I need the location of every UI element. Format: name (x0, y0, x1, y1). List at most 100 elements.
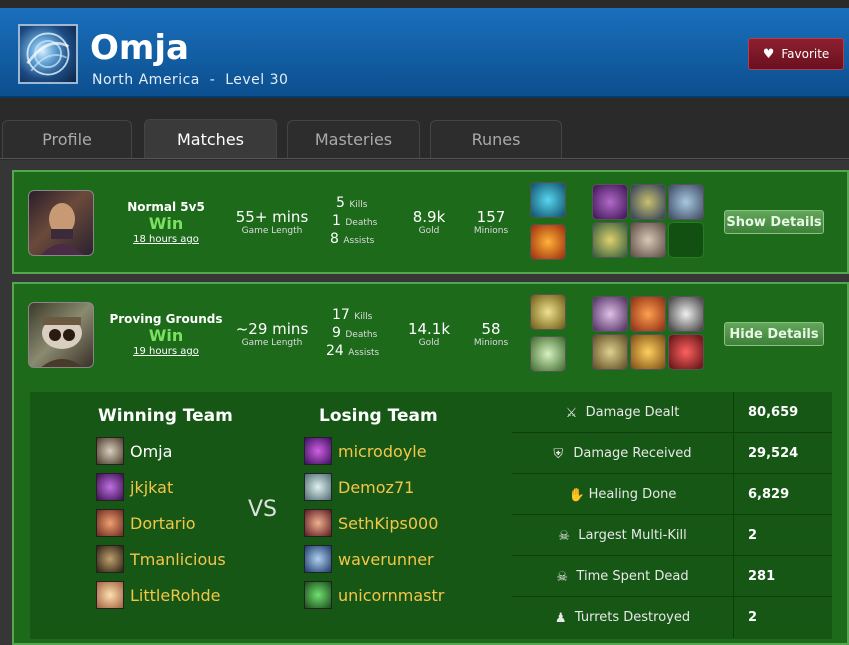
summoner-region-level: North America - Level 30 (92, 72, 288, 88)
player-name: jkjkat (130, 477, 174, 497)
champion-icon (96, 437, 124, 465)
champion-portrait (28, 190, 94, 256)
turret-icon: ♟ (554, 610, 567, 626)
item-icon (630, 184, 666, 220)
champion-icon (304, 545, 332, 573)
losing-team-heading: Losing Team (319, 406, 438, 426)
heart-icon: ♥ (762, 46, 775, 62)
winning-player[interactable]: jkjkat (96, 472, 173, 502)
assists-stat: 8 Assists (330, 231, 374, 247)
stat-label-text: Largest Multi-Kill (578, 528, 687, 543)
player-name: Demoz71 (338, 477, 415, 497)
champion-icon (304, 509, 332, 537)
item-icon (630, 222, 666, 258)
tab-masteries[interactable]: Masteries (287, 120, 420, 158)
deaths-stat: 9 Deaths (332, 325, 377, 341)
kills-stat: 17 Kills (332, 307, 372, 323)
gold-value: 8.9k (412, 208, 446, 226)
winning-player[interactable]: Omja (96, 436, 172, 466)
hide-details-button[interactable]: Hide Details (724, 322, 824, 346)
champion-icon (96, 509, 124, 537)
stat-value: 29,524 (748, 446, 799, 461)
champion-icon (304, 473, 332, 501)
stat-row: ⚔ Damage Dealt 80,659 (512, 392, 832, 433)
tab-matches[interactable]: Matches (144, 119, 277, 159)
ignite-spell-icon (530, 224, 566, 260)
skull-icon: ☠ (556, 569, 569, 585)
match-card: Normal 5v5 Win 18 hours ago 55+ mins Gam… (12, 170, 849, 274)
player-name: Omja (130, 441, 173, 461)
gold-label: Gold (418, 226, 440, 236)
stat-label-text: Damage Received (573, 446, 692, 461)
player-name: microdoyle (338, 441, 427, 461)
winning-player[interactable]: Dortario (96, 508, 196, 538)
level-text: Level 30 (225, 72, 289, 88)
item-icon (592, 296, 628, 332)
stat-value: 80,659 (748, 405, 799, 420)
favorite-button[interactable]: ♥ Favorite (748, 38, 844, 70)
match-stats-table: ⚔ Damage Dealt 80,659 ⛨ Damage Received 29… (512, 392, 832, 639)
kills-label: Kills (354, 312, 373, 322)
match-time[interactable]: 19 hours ago (106, 346, 226, 357)
champion-icon (304, 581, 332, 609)
minions-label: Minions (473, 226, 509, 236)
game-length: 55+ mins (235, 208, 309, 226)
winning-player[interactable]: LittleRohde (96, 580, 221, 610)
tab-label: Masteries (314, 130, 393, 149)
stat-label: ✋ Healing Done (512, 474, 734, 515)
match-card: Proving Grounds Win 19 hours ago ~29 min… (12, 282, 849, 645)
player-name: waverunner (338, 549, 434, 569)
separator-text: - (209, 72, 216, 88)
game-length-label: Game Length (241, 226, 303, 236)
deaths-value: 1 (332, 213, 341, 229)
minions-value: 58 (481, 320, 501, 338)
player-name: Dortario (130, 513, 196, 533)
game-length-label: Game Length (241, 338, 303, 348)
versus-text: VS (248, 497, 278, 522)
tab-runes[interactable]: Runes (430, 120, 562, 158)
deaths-label: Deaths (345, 218, 378, 228)
stat-row: ☠ Time Spent Dead 281 (512, 556, 832, 597)
profile-header: Omja North America - Level 30 ♥ Favorite (0, 8, 849, 98)
tab-label: Matches (177, 130, 244, 149)
kills-value: 17 (332, 307, 350, 323)
stat-label-text: Turrets Destroyed (574, 610, 691, 625)
champion-icon (96, 545, 124, 573)
hand-icon: ✋ (568, 487, 585, 503)
stat-value: 6,829 (748, 487, 790, 502)
champion-icon (304, 437, 332, 465)
item-icon (668, 184, 704, 220)
show-details-button[interactable]: Show Details (724, 210, 824, 234)
losing-player[interactable]: waverunner (304, 544, 434, 574)
game-length: ~29 mins (235, 320, 309, 338)
stat-value: 281 (748, 569, 776, 584)
region-text: North America (92, 72, 200, 88)
losing-player[interactable]: SethKips000 (304, 508, 438, 538)
sword-icon: ⚔ (565, 405, 578, 421)
stat-label: ⚔ Damage Dealt (512, 392, 734, 433)
favorite-label: Favorite (781, 47, 830, 61)
stat-row: ✋ Healing Done 6,829 (512, 474, 832, 515)
match-result: Win (148, 214, 184, 233)
losing-player[interactable]: Demoz71 (304, 472, 414, 502)
item-icon (592, 222, 628, 258)
summoner-name: Omja (90, 28, 189, 68)
match-time[interactable]: 18 hours ago (106, 234, 226, 245)
item-icon (630, 296, 666, 332)
summoner-icon (18, 24, 78, 84)
item-icon (592, 184, 628, 220)
gold-label: Gold (418, 338, 440, 348)
losing-player[interactable]: unicornmastr (304, 580, 444, 610)
winning-player[interactable]: Tmanlicious (96, 544, 226, 574)
tab-profile[interactable]: Profile (2, 120, 132, 158)
champion-portrait (28, 302, 94, 368)
stat-row: ♟ Turrets Destroyed 2 (512, 597, 832, 638)
gold-value: 14.1k (407, 320, 451, 338)
minions-value: 157 (476, 208, 506, 226)
kills-value: 5 (336, 195, 345, 211)
stat-label-text: Time Spent Dead (576, 569, 689, 584)
match-details: Winning Team Losing Team Omja jkjkat Dor… (30, 392, 832, 639)
losing-player[interactable]: microdoyle (304, 436, 427, 466)
deaths-stat: 1 Deaths (332, 213, 377, 229)
player-name: Tmanlicious (130, 549, 226, 569)
